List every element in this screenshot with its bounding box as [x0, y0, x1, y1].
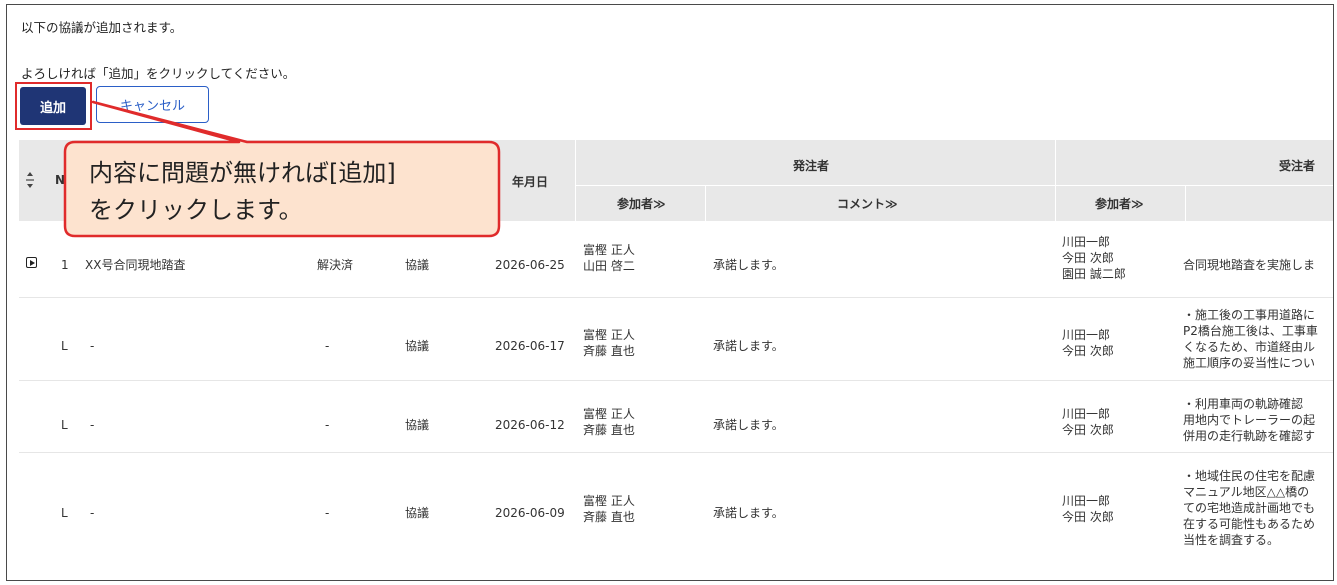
contractor-group-header: 受注者: [1279, 159, 1316, 173]
callout-text-line1: 内容に問題が無ければ[追加]: [89, 159, 396, 187]
row-date: 2026-06-09: [495, 506, 565, 520]
row-status: -: [325, 418, 330, 432]
row-number: 1: [61, 258, 69, 272]
contractor-participant: 今田 次郎: [1062, 510, 1114, 524]
contractor-comment: 用地内でトレーラーの起: [1183, 413, 1316, 427]
row-type: 協議: [405, 339, 430, 353]
row-number: L: [61, 339, 68, 353]
orderer-participant: 富樫 正人: [583, 407, 635, 421]
row-status: 解決済: [317, 258, 354, 272]
contractor-participant: 今田 次郎: [1062, 423, 1114, 437]
row-date: 2026-06-25: [495, 258, 565, 272]
contractor-participant: 川田一郎: [1062, 235, 1111, 249]
contractor-comment: ・利用車両の軌跡確認: [1183, 397, 1304, 411]
contractor-participant: 今田 次郎: [1062, 344, 1114, 358]
contractor-participants-header[interactable]: 参加者≫: [1095, 195, 1144, 212]
col-date-header: 年月日: [512, 175, 549, 189]
orderer-comment-header[interactable]: コメント≫: [837, 195, 898, 212]
contractor-comment: くなるため、市道経由ル: [1183, 340, 1316, 354]
orderer-participant: 富樫 正人: [583, 494, 635, 508]
orderer-comment: 承諾します。: [713, 418, 784, 432]
col-no-header: N: [55, 173, 66, 187]
expand-row-icon[interactable]: [26, 257, 37, 268]
contractor-participant: 園田 誠二郎: [1062, 267, 1126, 281]
orderer-participants-header[interactable]: 参加者≫: [617, 195, 666, 212]
contractor-comment: ・地域住民の住宅を配慮: [1183, 469, 1316, 483]
dialog-panel: 以下の協議が追加されます。 よろしければ「追加」をクリックしてください。 追加 …: [6, 4, 1334, 581]
contractor-participant: 川田一郎: [1062, 407, 1111, 421]
orderer-comment: 承諾します。: [713, 258, 784, 272]
row-number: L: [61, 506, 68, 520]
orderer-participant: 斉藤 直也: [583, 510, 635, 524]
row-date: 2026-06-12: [495, 418, 565, 432]
instruction-message: よろしければ「追加」をクリックしてください。: [21, 66, 296, 81]
contractor-participant: 今田 次郎: [1062, 251, 1114, 265]
row-title: -: [90, 418, 95, 432]
contractor-comment: 当性を調査する。: [1183, 533, 1280, 547]
row-title: -: [90, 339, 95, 353]
orderer-comment: 承諾します。: [713, 506, 784, 520]
cancel-button[interactable]: キャンセル: [96, 86, 209, 123]
orderer-group-header: 発注者: [793, 159, 830, 173]
contractor-comment: 合同現地踏査を実施しま: [1183, 258, 1316, 272]
callout-text-line2: をクリックします。: [89, 196, 303, 224]
sort-arrows-icon[interactable]: [24, 170, 36, 190]
row-title: -: [90, 506, 95, 520]
orderer-participant: 山田 啓二: [583, 259, 635, 273]
row-type: 協議: [405, 258, 430, 272]
contractor-comment: 併用の走行軌跡を確認す: [1183, 429, 1316, 443]
contractor-comment: 施工順序の妥当性につい: [1183, 356, 1316, 370]
row-date: 2026-06-17: [495, 339, 565, 353]
contractor-comment: ・施工後の工事用道路に: [1183, 308, 1316, 322]
row-status: -: [325, 506, 330, 520]
orderer-participant: 斉藤 直也: [583, 344, 635, 358]
row-number: L: [61, 418, 68, 432]
orderer-participant: 富樫 正人: [583, 243, 635, 257]
info-message: 以下の協議が追加されます。: [21, 20, 183, 35]
row-type: 協議: [405, 506, 430, 520]
row-type: 協議: [405, 418, 430, 432]
contractor-participant: 川田一郎: [1062, 494, 1111, 508]
contractor-participant: 川田一郎: [1062, 328, 1111, 342]
contractor-comment: P2橋台施工後は、工事車: [1183, 324, 1318, 338]
row-title: XX号合同現地踏査: [85, 258, 186, 272]
orderer-comment: 承諾します。: [713, 339, 784, 353]
orderer-participant: 富樫 正人: [583, 328, 635, 342]
contractor-comment: 在する可能性もあるため: [1183, 517, 1316, 531]
contractor-comment: ての宅地造成計画地でも: [1183, 501, 1316, 515]
add-button[interactable]: 追加: [20, 87, 86, 125]
row-status: -: [325, 339, 330, 353]
orderer-participant: 斉藤 直也: [583, 423, 635, 437]
contractor-comment: マニュアル地区△△橋の: [1183, 485, 1310, 499]
